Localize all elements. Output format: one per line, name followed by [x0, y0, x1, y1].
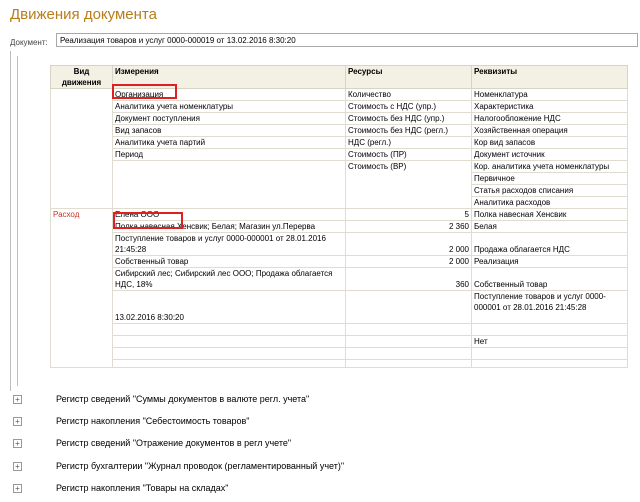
dimension-value: Собственный товар [112, 255, 346, 268]
document-label: Документ: [10, 38, 48, 47]
resource-name: Стоимость без НДС (регл.) [345, 124, 472, 137]
resource-value: 2 360 [345, 220, 472, 233]
attribute-value [471, 359, 628, 368]
resource-value: 5 [345, 208, 472, 221]
schema-row: Аналитика учета партий НДС (регл.) Кор в… [51, 136, 628, 149]
data-row[interactable]: Нет [51, 335, 628, 348]
attribute-name: Хозяйственная операция [471, 124, 628, 137]
register-row[interactable]: + Регистр накопления "Себестоимость това… [10, 415, 630, 431]
attribute-value: Полка навесная Хенсвик [471, 208, 628, 221]
resource-name: НДС (регл.) [345, 136, 472, 149]
resource-value: 360 [345, 267, 472, 291]
register-label: Регистр накопления "Товары на складах" [56, 483, 229, 493]
attribute-name: Аналитика расходов [471, 196, 628, 209]
dimension-value [112, 359, 346, 368]
plus-icon[interactable]: + [13, 439, 22, 448]
window-title: Движения документа [10, 6, 157, 23]
attribute-name: Характеристика [471, 100, 628, 113]
dimension-name [112, 160, 346, 209]
tree-line [17, 56, 18, 386]
dimension-value: 13.02.2016 8:30:20 [112, 290, 346, 324]
schema-row: Аналитика учета номенклатуры Стоимость с… [51, 100, 628, 113]
resource-name: Стоимость без НДС (упр.) [345, 112, 472, 125]
plus-icon[interactable]: + [13, 484, 22, 493]
attribute-name: Документ источник [471, 148, 628, 161]
plus-icon[interactable]: + [13, 395, 22, 404]
register-row[interactable]: + Регистр бухгалтерии "Журнал проводок (… [10, 460, 630, 476]
data-row[interactable]: Собственный товар 2 000 Реализация [51, 255, 628, 268]
data-row[interactable]: 13.02.2016 8:30:20 Поступление товаров и… [51, 290, 628, 324]
resource-value: 2 000 [345, 232, 472, 256]
schema-row: Стоимость (ВР) Кор. аналитика учета номе… [51, 160, 628, 209]
attribute-value: Собственный товар [471, 267, 628, 291]
register-label: Регистр сведений "Отражение документов в… [56, 438, 292, 448]
data-row[interactable] [51, 359, 628, 368]
dimension-value [112, 347, 346, 360]
highlight-box-counterparty [113, 212, 183, 229]
data-row[interactable] [51, 323, 628, 336]
dimension-name: Аналитика учета номенклатуры [112, 100, 346, 113]
register-label: Регистр накопления "Себестоимость товаро… [56, 416, 250, 426]
resource-value [345, 359, 472, 368]
highlight-box-organization [112, 84, 177, 99]
col-header-resources: Ресурсы [345, 65, 472, 89]
attribute-value: Поступление товаров и услуг 0000-000001 … [471, 290, 628, 324]
attribute-value [471, 323, 628, 336]
data-row[interactable]: Поступление товаров и услуг 0000-000001 … [51, 232, 628, 256]
attribute-value: Продажа облагается НДС [471, 232, 628, 256]
resource-value [345, 347, 472, 360]
data-row[interactable]: Сибирский лес; Сибирский лес ООО; Продаж… [51, 267, 628, 291]
attribute-name: Налогообложение НДС [471, 112, 628, 125]
dimension-value: Поступление товаров и услуг 0000-000001 … [112, 232, 346, 256]
resource-value [345, 290, 472, 324]
register-row[interactable]: + Регистр сведений "Суммы документов в в… [10, 393, 630, 409]
plus-icon[interactable]: + [13, 462, 22, 471]
register-label: Регистр бухгалтерии "Журнал проводок (ре… [56, 461, 345, 471]
dimension-value [112, 335, 346, 348]
attribute-value: Белая [471, 220, 628, 233]
dimension-name: Вид запасов [112, 124, 346, 137]
schema-row: Документ поступления Стоимость без НДС (… [51, 112, 628, 125]
data-row[interactable] [51, 347, 628, 360]
attribute-value: Нет [471, 335, 628, 348]
attribute-name: Кор вид запасов [471, 136, 628, 149]
attribute-name: Статья расходов списания [471, 184, 628, 197]
register-row[interactable]: + Регистр сведений "Отражение документов… [10, 437, 630, 453]
col-header-movement-kind: Вид движения [50, 65, 113, 89]
register-label: Регистр сведений "Суммы документов в вал… [56, 394, 310, 404]
resource-name: Количество [345, 88, 472, 101]
resource-name: Стоимость (ВР) [345, 160, 472, 209]
attribute-name: Номенклатура [471, 88, 628, 101]
attribute-name: Кор. аналитика учета номенклатуры [471, 160, 628, 173]
dimension-name: Период [112, 148, 346, 161]
dimension-name: Документ поступления [112, 112, 346, 125]
resource-value [345, 335, 472, 348]
document-field[interactable]: Реализация товаров и услуг 0000-000019 о… [56, 33, 638, 47]
schema-row: Период Стоимость (ПР) Документ источник [51, 148, 628, 161]
attribute-name: Первичное [471, 172, 628, 185]
attribute-value [471, 347, 628, 360]
plus-icon[interactable]: + [13, 417, 22, 426]
movement-kind: Расход [50, 208, 113, 368]
resource-value [345, 323, 472, 336]
resource-name: Стоимость с НДС (упр.) [345, 100, 472, 113]
register-row[interactable]: + Регистр накопления "Товары на складах" [10, 482, 630, 498]
resource-value: 2 000 [345, 255, 472, 268]
schema-row: Вид запасов Стоимость без НДС (регл.) Хо… [51, 124, 628, 137]
dimension-value: Сибирский лес; Сибирский лес ООО; Продаж… [112, 267, 346, 291]
attribute-value: Реализация [471, 255, 628, 268]
resource-name: Стоимость (ПР) [345, 148, 472, 161]
dimension-name: Аналитика учета партий [112, 136, 346, 149]
col-header-attributes: Реквизиты [471, 65, 628, 89]
dimension-value [112, 323, 346, 336]
